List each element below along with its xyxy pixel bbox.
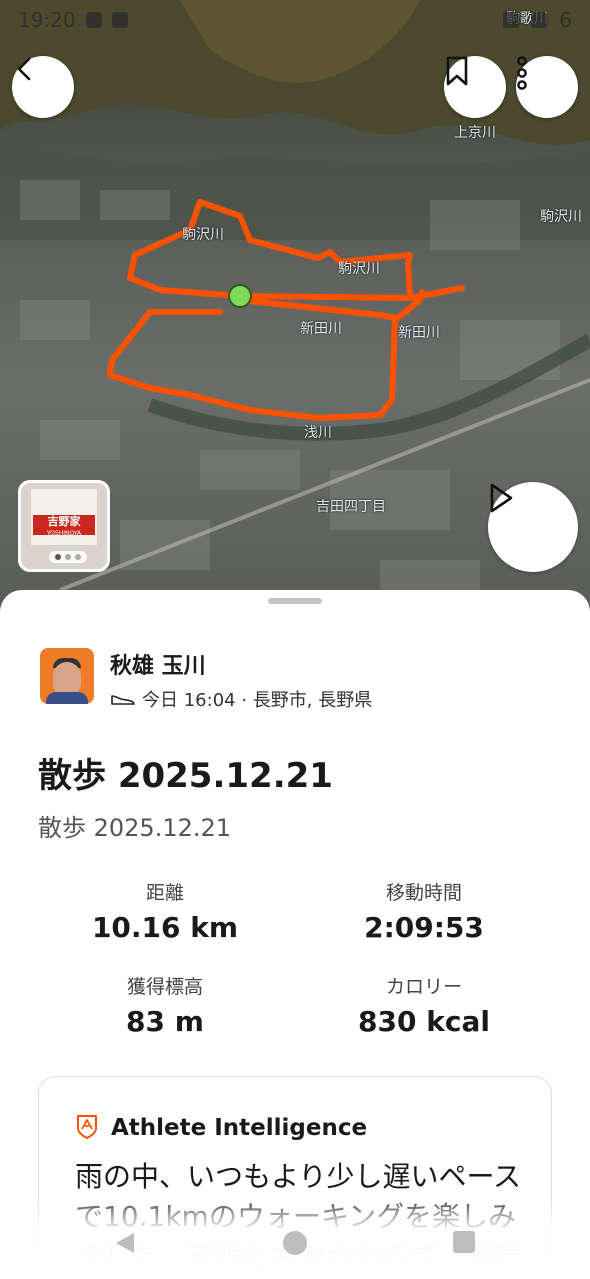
stat-value: 10.16 km [91, 911, 239, 944]
pager-dot [55, 554, 61, 560]
map-label: 新田川 [300, 321, 342, 337]
wifi-icon [503, 12, 520, 28]
athlete-intelligence-icon [77, 1115, 97, 1139]
stat-value: 83 m [126, 1005, 204, 1038]
map-label: 新田川 [398, 325, 440, 341]
map-label: 駒沢川 [540, 209, 582, 225]
athlete-name[interactable]: 秋雄 玉川 [110, 648, 206, 680]
stat-distance: 距離 10.16 km [35, 878, 295, 944]
status-bar: 19:20 6 [18, 6, 572, 34]
more-icon [517, 56, 527, 90]
stat-elevation-gain: 獲得標高 83 m [35, 972, 295, 1038]
pager-dot [65, 554, 71, 560]
back-button[interactable] [12, 56, 74, 118]
drag-handle[interactable] [268, 598, 322, 604]
map-label: 浅川 [304, 425, 332, 441]
stat-label: 距離 [145, 882, 184, 904]
photo-sign-sub: YOSHINOYA [46, 530, 82, 537]
stat-value: 2:09:53 [364, 911, 484, 944]
play-flyover-button[interactable] [488, 482, 578, 572]
pager-dot [75, 554, 81, 560]
map-label: 吉田四丁目 [316, 499, 386, 515]
shoe-icon [111, 695, 135, 705]
activity-screen: 駒沢川 駒沢川 新田川 新田川 浅川 吉田四丁目 上京川 駒沢川 駒歌川 19:… [0, 0, 590, 1279]
more-options-button[interactable] [516, 56, 578, 118]
stat-label: 獲得標高 [126, 976, 203, 998]
play-icon [490, 483, 513, 513]
stat-label: カロリー [385, 976, 462, 998]
nav-home-icon[interactable] [282, 1230, 308, 1256]
map-label: 駒沢川 [182, 227, 224, 243]
avatar[interactable] [40, 648, 94, 704]
battery-icon [531, 12, 548, 28]
route-map[interactable]: 駒沢川 駒沢川 新田川 新田川 浅川 吉田四丁目 上京川 駒沢川 駒歌川 19:… [0, 0, 590, 640]
stat-moving-time: 移動時間 2:09:53 [294, 878, 554, 944]
activity-meta: 今日 16:04 · 長野市, 長野県 [110, 686, 372, 712]
nav-back-icon[interactable] [112, 1230, 138, 1256]
activity-title: 散歩 2025.12.21 [38, 756, 333, 796]
battery-level: 6 [559, 8, 572, 32]
status-time: 19:20 [18, 8, 76, 32]
athlete-intelligence-title: Athlete Intelligence [111, 1115, 368, 1141]
stat-calories: カロリー 830 kcal [294, 972, 554, 1038]
bookmark-button[interactable] [444, 56, 506, 118]
stat-label: 移動時間 [385, 882, 462, 904]
notification-icon [85, 12, 102, 28]
activity-photo-thumbnail[interactable]: 吉野家 YOSHINOYA [18, 480, 110, 572]
nav-recents-icon[interactable] [452, 1230, 476, 1254]
bookmark-icon [446, 56, 468, 86]
stat-value: 830 kcal [358, 1005, 490, 1038]
photo-pager [49, 551, 87, 563]
activity-details-sheet: 秋雄 玉川 今日 16:04 · 長野市, 長野県 散歩 2025.12.21 … [0, 590, 590, 1279]
back-icon [17, 57, 31, 81]
notification-icon [111, 12, 128, 28]
map-label: 駒沢川 [338, 261, 380, 277]
activity-meta-text: 今日 16:04 · 長野市, 長野県 [142, 690, 373, 711]
map-label: 上京川 [454, 125, 496, 141]
activity-description: 散歩 2025.12.21 [38, 814, 232, 842]
